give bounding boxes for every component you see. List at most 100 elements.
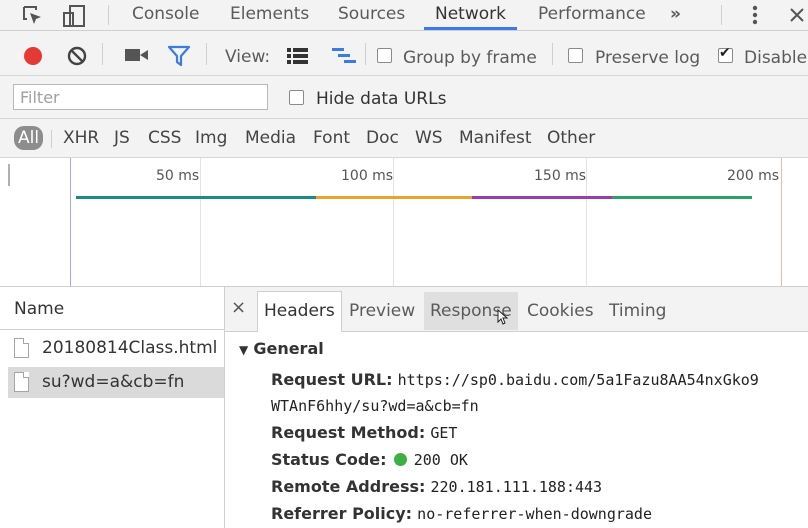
tick-label: 100 ms	[341, 168, 394, 184]
divider	[206, 43, 207, 65]
group-by-frame-label: Group by frame	[403, 48, 537, 68]
waterfall-overview-icon[interactable]	[330, 46, 358, 66]
filter-input[interactable]	[13, 84, 268, 110]
timing-bar-segment	[76, 196, 316, 199]
type-media[interactable]: Media	[245, 126, 296, 150]
general-section-title: General	[253, 339, 324, 358]
document-file-icon	[14, 372, 29, 392]
filter-row: Hide data URLs	[0, 76, 808, 119]
request-row[interactable]: 20180814Class.html	[8, 333, 224, 364]
request-name: 20180814Class.html	[42, 338, 218, 358]
group-by-frame-checkbox[interactable]	[377, 48, 392, 63]
tab-performance[interactable]: Performance	[538, 0, 646, 30]
resource-type-filter-bar: All XHR JS CSS Img Media Font Doc WS Man…	[0, 119, 808, 158]
referrer-policy-label: Referrer Policy:	[271, 504, 413, 523]
divider	[365, 43, 366, 65]
status-code-label: Status Code:	[271, 450, 387, 469]
remote-address-row: Remote Address: 220.181.111.188:443	[271, 475, 602, 499]
timing-bar-segment	[316, 196, 472, 199]
referrer-policy-row: Referrer Policy: no-referrer-when-downgr…	[271, 502, 652, 526]
divider	[102, 43, 103, 65]
general-section-header[interactable]: ▼ General	[239, 337, 324, 362]
name-header-label: Name	[14, 299, 65, 319]
preserve-log-checkbox[interactable]	[568, 48, 583, 63]
status-ok-dot-icon	[393, 453, 407, 466]
divider	[51, 130, 52, 148]
type-other[interactable]: Other	[547, 126, 595, 150]
type-css[interactable]: CSS	[148, 126, 181, 150]
status-code-row: Status Code: 200 OK	[271, 448, 468, 472]
network-toolbar: View: Group by frame Preserve log Disabl…	[0, 31, 808, 76]
devtools-tabbar: Console Elements Sources Network Perform…	[0, 0, 808, 31]
tab-headers[interactable]: Headers	[257, 291, 342, 332]
details-tabbar: × Headers Preview Response Cookies Timin…	[225, 287, 808, 332]
filter-icon[interactable]	[167, 45, 191, 67]
request-row-selected[interactable]: su?wd=a&cb=fn	[8, 367, 224, 398]
tab-timing[interactable]: Timing	[603, 292, 672, 330]
document-file-icon	[14, 338, 29, 358]
type-all[interactable]: All	[14, 126, 44, 150]
divider	[108, 5, 109, 25]
close-details-icon[interactable]: ×	[231, 297, 246, 318]
timing-bar-segment	[612, 196, 752, 199]
request-url-value: https://sp0.baidu.com/5a1Fazu8AA54nxGko9	[397, 371, 759, 389]
type-img[interactable]: Img	[195, 126, 227, 150]
gridline	[393, 158, 394, 286]
request-url-label: Request URL:	[271, 370, 393, 389]
clear-icon[interactable]	[66, 45, 88, 67]
gridline	[586, 158, 587, 286]
request-name: su?wd=a&cb=fn	[42, 372, 185, 392]
referrer-policy-value: no-referrer-when-downgrade	[417, 505, 652, 523]
disable-cache-checkbox[interactable]	[718, 45, 733, 63]
type-xhr[interactable]: XHR	[63, 126, 99, 150]
type-ws[interactable]: WS	[415, 126, 443, 150]
tab-network[interactable]: Network	[424, 0, 517, 30]
tab-cookies[interactable]: Cookies	[521, 292, 600, 330]
name-column-header[interactable]: Name	[0, 287, 224, 330]
request-method-value: GET	[430, 424, 458, 442]
record-icon[interactable]	[22, 45, 44, 67]
gridline	[200, 158, 201, 286]
request-url-row: Request URL: https://sp0.baidu.com/5a1Fa…	[271, 368, 759, 392]
request-method-label: Request Method:	[271, 423, 426, 442]
load-event-line	[781, 158, 782, 286]
divider	[552, 43, 553, 65]
tab-preview[interactable]: Preview	[343, 292, 421, 330]
request-url-value-continued: WTAnF6hhy/su?wd=a&cb=fn	[271, 397, 479, 415]
hide-data-urls-checkbox[interactable]	[289, 90, 304, 105]
dom-content-loaded-line	[70, 158, 71, 286]
hide-data-urls-label: Hide data URLs	[316, 89, 447, 109]
timeline-overview[interactable]: 50 ms 100 ms 150 ms 200 ms	[0, 158, 808, 287]
more-tabs-icon[interactable]: »	[670, 0, 681, 30]
inspect-element-icon[interactable]	[22, 5, 44, 27]
type-doc[interactable]: Doc	[366, 126, 399, 150]
overview-handle[interactable]	[8, 164, 10, 186]
divider	[721, 5, 722, 25]
expand-triangle-icon: ▼	[239, 343, 249, 357]
tick-label: 150 ms	[534, 168, 587, 184]
device-toolbar-icon[interactable]	[62, 4, 88, 28]
remote-address-label: Remote Address:	[271, 477, 426, 496]
disable-cache-label: Disable	[744, 48, 808, 68]
tick-label: 50 ms	[156, 168, 200, 184]
request-list: Name 20180814Class.html su?wd=a&cb=fn	[0, 287, 225, 528]
type-font[interactable]: Font	[313, 126, 350, 150]
tab-console[interactable]: Console	[132, 0, 200, 30]
large-request-rows-icon[interactable]	[285, 46, 311, 66]
type-js[interactable]: JS	[114, 126, 130, 150]
tick-label: 200 ms	[727, 168, 780, 184]
request-method-row: Request Method: GET	[271, 421, 457, 445]
preserve-log-label: Preserve log	[595, 48, 701, 68]
tab-elements[interactable]: Elements	[230, 0, 309, 30]
timing-bar-segment	[472, 196, 612, 199]
mouse-cursor-icon	[497, 309, 509, 325]
status-code-value: 200 OK	[413, 451, 468, 469]
remote-address-value: 220.181.111.188:443	[430, 478, 603, 496]
request-details: × Headers Preview Response Cookies Timin…	[225, 287, 808, 528]
type-manifest[interactable]: Manifest	[459, 126, 532, 150]
tab-sources[interactable]: Sources	[338, 0, 405, 30]
more-options-icon[interactable]	[748, 4, 762, 26]
screenshot-camera-icon[interactable]	[124, 47, 150, 63]
view-label: View:	[225, 47, 271, 67]
close-icon[interactable]	[788, 6, 806, 24]
